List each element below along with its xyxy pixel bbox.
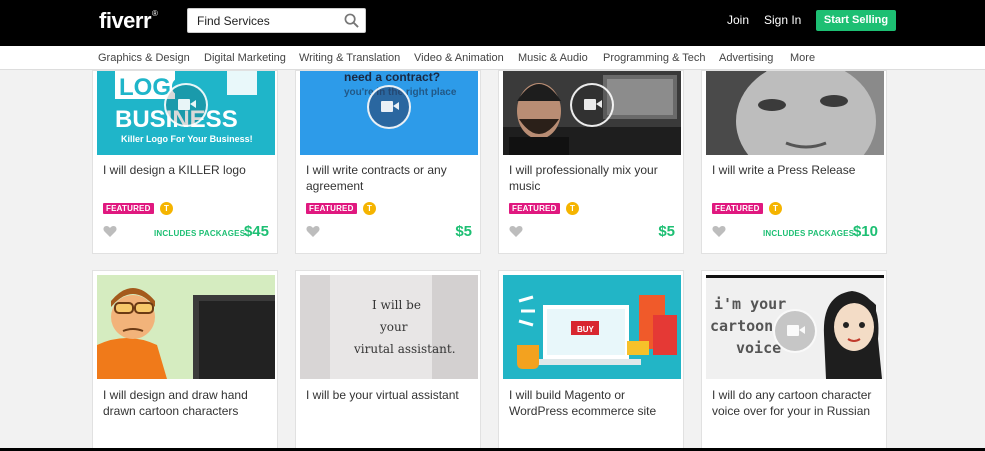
top-rated-icon: T [769, 202, 782, 215]
cartoon-character-thumbnail-art [97, 275, 275, 379]
fiverr-logo[interactable]: fiverr® [99, 8, 158, 34]
svg-text:i'm your: i'm your [714, 295, 786, 313]
gig-card[interactable]: i'm your cartoon voice I will do any car… [701, 270, 887, 451]
ecommerce-thumbnail-art: BUY [503, 275, 681, 379]
heart-icon[interactable] [509, 225, 523, 238]
search-icon[interactable] [344, 13, 359, 28]
heart-icon[interactable] [306, 225, 320, 238]
video-play-icon[interactable] [164, 83, 208, 127]
gig-card[interactable]: I will be your virutal assistant. I will… [295, 270, 481, 451]
join-link[interactable]: Join [727, 13, 749, 27]
heart-icon[interactable] [712, 225, 726, 238]
category-nav: Graphics & Design Digital Marketing Writ… [0, 46, 985, 70]
gig-price: $5 [455, 223, 472, 240]
video-play-icon[interactable] [570, 83, 614, 127]
category-programming-tech[interactable]: Programming & Tech [603, 52, 706, 64]
gig-card[interactable]: BUY I will build Magento or WordPress ec… [498, 270, 684, 451]
search-input[interactable] [188, 9, 338, 32]
top-rated-icon: T [566, 202, 579, 215]
svg-text:voice: voice [736, 339, 781, 357]
gig-card[interactable]: I will write a Press Release FEATURED T … [701, 70, 887, 254]
gig-thumbnail[interactable]: I will be your virutal assistant. [300, 275, 478, 379]
start-selling-button[interactable]: Start Selling [816, 10, 896, 31]
virtual-assistant-thumbnail-art: I will be your virutal assistant. [300, 275, 478, 379]
gig-title[interactable]: I will design a KILLER logo [103, 162, 275, 178]
svg-text:cartoon: cartoon [710, 317, 773, 335]
category-advertising[interactable]: Advertising [719, 52, 773, 64]
gig-thumbnail[interactable] [503, 71, 681, 155]
includes-packages-label: INCLUDES PACKAGES [763, 229, 855, 238]
gig-title[interactable]: I will design and draw hand drawn cartoo… [103, 387, 275, 419]
featured-badge: FEATURED [103, 203, 154, 214]
category-video-animation[interactable]: Video & Animation [414, 52, 504, 64]
gig-thumbnail[interactable] [706, 71, 884, 155]
category-graphics-design[interactable]: Graphics & Design [98, 52, 190, 64]
gig-title[interactable]: I will build Magento or WordPress ecomme… [509, 387, 681, 419]
portrait-thumbnail-art [706, 71, 884, 155]
gig-card[interactable]: need a contract? you're in the right pla… [295, 70, 481, 254]
category-digital-marketing[interactable]: Digital Marketing [204, 52, 286, 64]
svg-text:Killer Logo For Your Business!: Killer Logo For Your Business! [121, 134, 253, 144]
video-play-icon[interactable] [367, 85, 411, 129]
gig-title[interactable]: I will professionally mix your music [509, 162, 681, 194]
heart-icon[interactable] [103, 225, 117, 238]
sign-in-link[interactable]: Sign In [764, 13, 801, 27]
svg-text:BUY: BUY [577, 325, 595, 334]
featured-badge: FEATURED [712, 203, 763, 214]
gig-title[interactable]: I will be your virtual assistant [306, 387, 478, 403]
gig-title[interactable]: I will do any cartoon character voice ov… [712, 387, 884, 419]
gig-price: $45 [243, 223, 269, 240]
top-rated-icon: T [363, 202, 376, 215]
video-play-icon[interactable] [773, 309, 817, 353]
svg-text:virutal assistant.: virutal assistant. [353, 342, 456, 356]
svg-text:need a contract?: need a contract? [344, 71, 440, 84]
featured-badge: FEATURED [306, 203, 357, 214]
gig-card[interactable]: LOGO BUSINESS Killer Logo For Your Busin… [92, 70, 278, 254]
gig-price: $5 [658, 223, 675, 240]
top-rated-icon: T [160, 202, 173, 215]
gig-price: $10 [852, 223, 878, 240]
featured-badge: FEATURED [509, 203, 560, 214]
includes-packages-label: INCLUDES PACKAGES [154, 229, 246, 238]
top-bar: fiverr® Join Sign In Start Selling [0, 0, 985, 46]
search-box [187, 8, 366, 33]
gig-thumbnail[interactable]: i'm your cartoon voice [706, 275, 884, 379]
gig-title[interactable]: I will write contracts or any agreement [306, 162, 478, 194]
gig-thumbnail[interactable]: BUY [503, 275, 681, 379]
gig-title[interactable]: I will write a Press Release [712, 162, 884, 178]
gig-card[interactable]: I will professionally mix your music FEA… [498, 70, 684, 254]
category-more[interactable]: More [790, 52, 815, 64]
category-writing-translation[interactable]: Writing & Translation [299, 52, 400, 64]
svg-text:your: your [379, 320, 408, 334]
gig-card[interactable]: I will design and draw hand drawn cartoo… [92, 270, 278, 451]
category-music-audio[interactable]: Music & Audio [518, 52, 588, 64]
svg-text:I will be: I will be [372, 298, 421, 312]
gig-thumbnail[interactable] [97, 275, 275, 379]
gig-thumbnail[interactable]: LOGO BUSINESS Killer Logo For Your Busin… [97, 71, 275, 155]
gig-thumbnail[interactable]: need a contract? you're in the right pla… [300, 71, 478, 155]
